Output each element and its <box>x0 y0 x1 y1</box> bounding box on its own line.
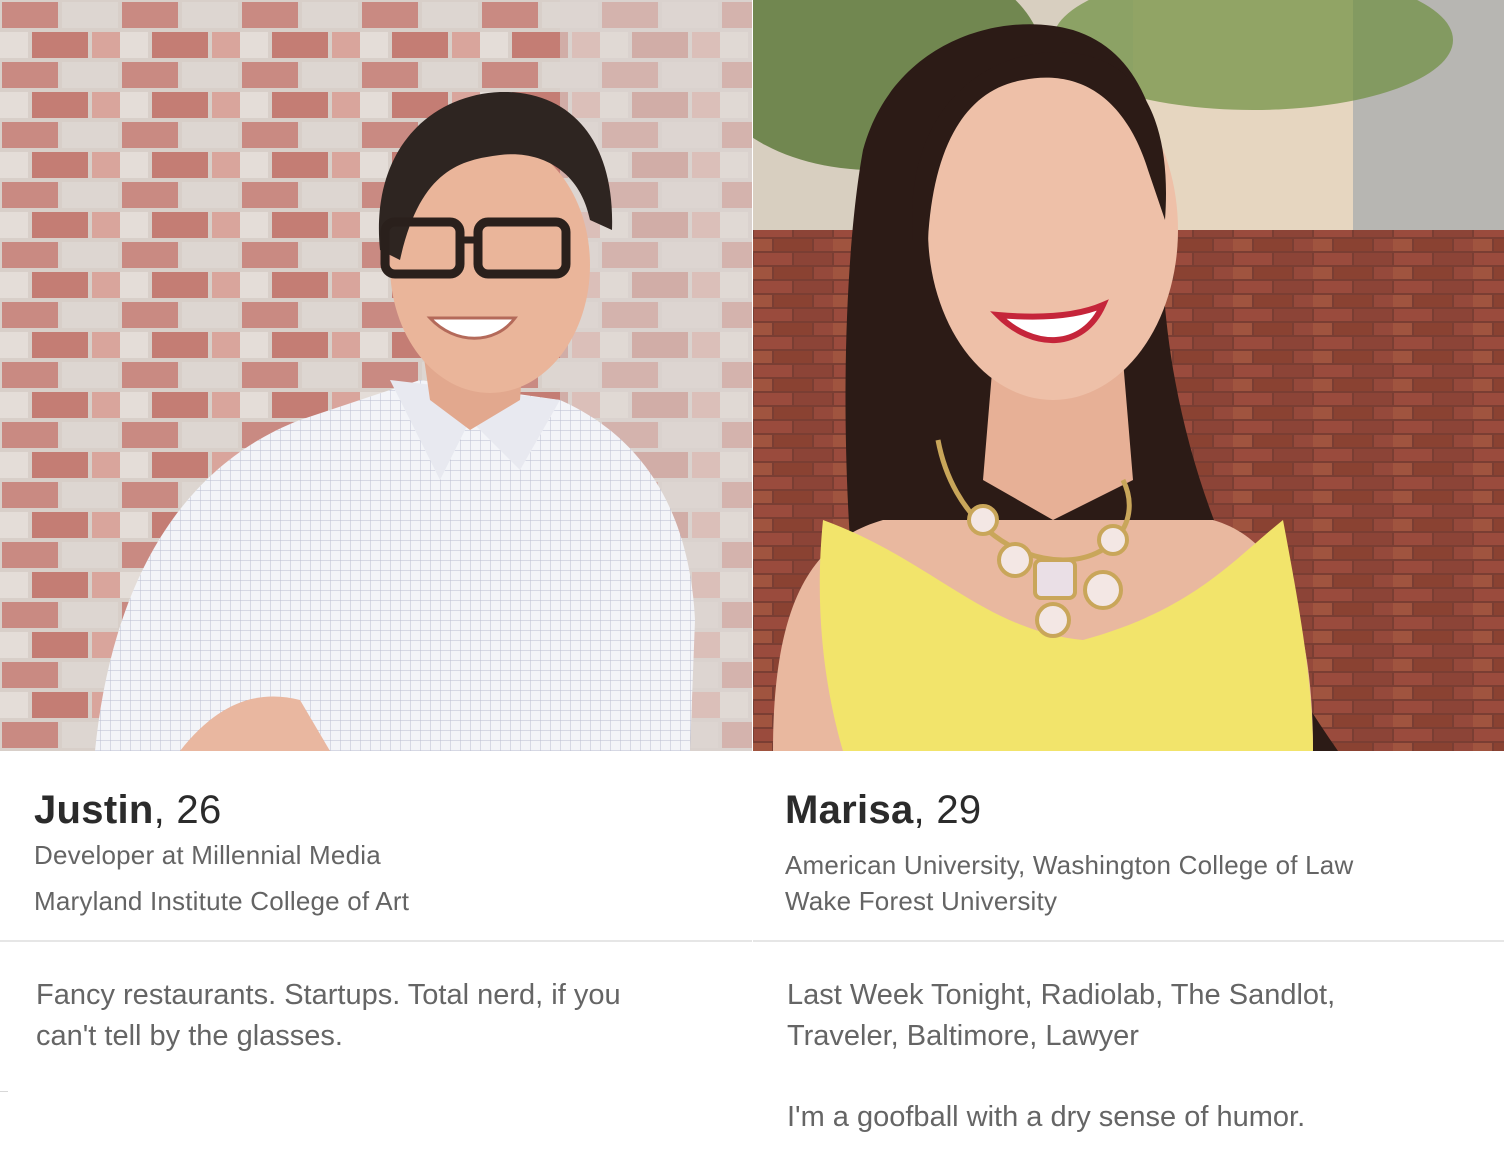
divider-mark <box>0 1091 8 1092</box>
profile-bio-line: Traveler, Baltimore, Lawyer <box>787 1020 1139 1052</box>
profile-photo-image <box>0 0 752 751</box>
profile-age: , 26 <box>153 788 222 832</box>
profile-job: Developer at Millennial Media <box>34 840 381 870</box>
profile-school: American University, Washington College … <box>785 850 1354 880</box>
profile-bio-line: I'm a goofball with a dry sense of humor… <box>787 1101 1306 1133</box>
profile-name-line: Marisa, 29 <box>785 788 981 833</box>
profile-photo-image <box>753 0 1504 751</box>
section-divider <box>0 940 752 942</box>
profile-name-line: Justin, 26 <box>34 788 222 833</box>
profile-photo-justin[interactable] <box>0 0 752 751</box>
profile-name: Justin <box>34 788 154 832</box>
profile-photo-marisa[interactable] <box>753 0 1504 751</box>
profile-bio-line: Last Week Tonight, Radiolab, The Sandlot… <box>787 979 1336 1011</box>
profile-card-marisa[interactable]: Marisa, 29 American University, Washingt… <box>753 0 1504 1169</box>
section-divider <box>753 940 1504 942</box>
profile-card-justin[interactable]: Justin, 26 Developer at Millennial Media… <box>0 0 752 1169</box>
profile-name: Marisa <box>785 788 914 832</box>
profile-age: , 29 <box>913 788 982 832</box>
profile-bio-line: can't tell by the glasses. <box>36 1020 343 1052</box>
profile-school: Wake Forest University <box>785 886 1058 916</box>
profile-bio-line: Fancy restaurants. Startups. Total nerd,… <box>36 979 621 1011</box>
profile-school: Maryland Institute College of Art <box>34 886 410 916</box>
